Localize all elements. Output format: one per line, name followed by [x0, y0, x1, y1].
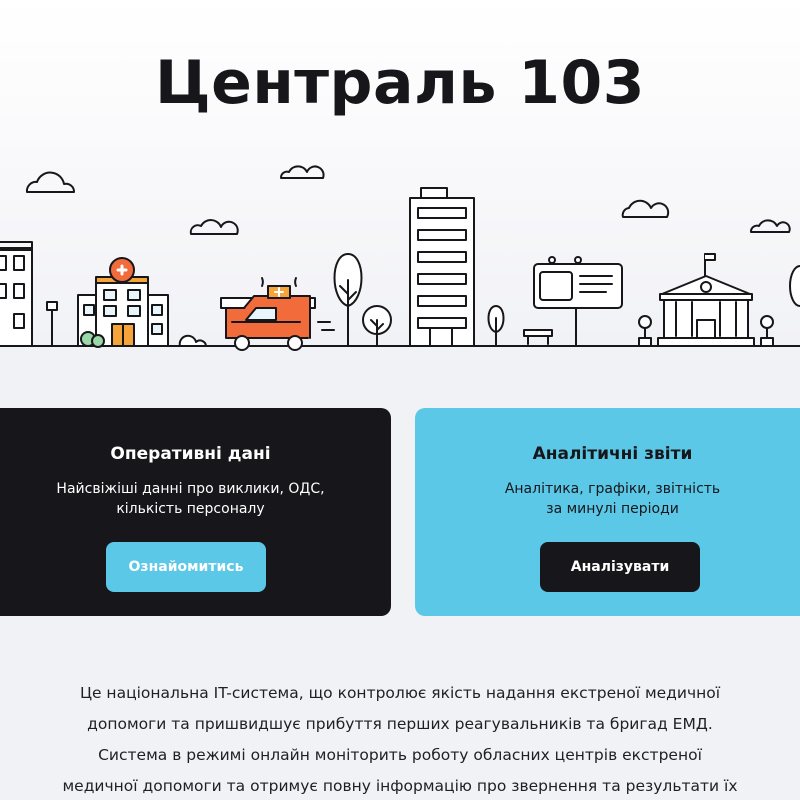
street-lamp	[46, 301, 58, 347]
card-description-line: за минулі періоди	[546, 501, 679, 517]
building-right-edge	[789, 265, 800, 307]
ambulance-icon	[220, 277, 335, 351]
card-title: Аналітичні звіти	[532, 444, 693, 464]
bush	[178, 334, 207, 347]
card-description: Аналітика, графіки, звітність за минулі …	[455, 479, 770, 519]
cloud-icon	[25, 171, 75, 193]
page-title: Централь 103	[154, 48, 646, 118]
card-description: Найсвіжіші данні про виклики, ОДС, кільк…	[30, 479, 351, 519]
analytics-reports-card: Аналітичні звіти Аналітика, графіки, зві…	[415, 408, 800, 616]
about-text: Це національна IT-система, що контролює …	[60, 678, 740, 800]
card-description-line: кількість персоналу	[116, 501, 265, 517]
building-left	[0, 241, 33, 347]
card-title: Оперативні дані	[110, 444, 271, 464]
about-line: Система в режимі онлайн моніторить робот…	[98, 746, 702, 764]
hospital-building	[77, 257, 169, 348]
street-lamp	[638, 315, 652, 347]
government-building	[657, 253, 755, 347]
about-line: Це національна IT-система, що контролює …	[79, 684, 721, 702]
about-line: медичної допомоги та отримує повну інфор…	[62, 777, 738, 795]
card-description-line: Найсвіжіші данні про виклики, ОДС,	[56, 481, 325, 497]
about-line: допомоги та пришвидшує прибуття перших р…	[87, 715, 713, 733]
tree	[487, 305, 505, 347]
explore-button[interactable]: Ознайомитись	[106, 542, 266, 592]
cloud-icon	[621, 199, 670, 218]
cloud-icon	[280, 165, 325, 179]
cloud-icon	[189, 219, 239, 235]
tree	[362, 305, 392, 347]
bench	[523, 329, 553, 345]
analyze-button[interactable]: Аналізувати	[540, 542, 700, 592]
apartment-tower	[409, 187, 475, 347]
operational-data-card: Оперативні дані Найсвіжіші данні про вик…	[0, 408, 391, 616]
city-illustration	[0, 165, 800, 351]
tree	[333, 253, 363, 347]
street-lamp	[760, 315, 774, 347]
card-description-line: Аналітика, графіки, звітність	[504, 481, 721, 497]
cloud-icon	[750, 219, 791, 233]
